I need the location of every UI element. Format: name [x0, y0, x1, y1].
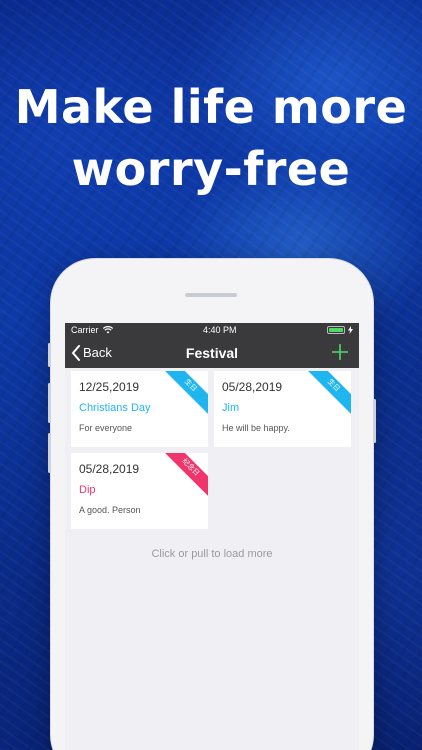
- phone-mute-switch: [48, 343, 51, 367]
- status-time: 4:40 PM: [202, 325, 237, 335]
- headline-line-1: Make life more: [14, 80, 408, 134]
- phone-speaker: [185, 293, 237, 297]
- back-label: Back: [83, 345, 112, 360]
- headline: Make life more worry-free: [0, 76, 422, 200]
- app-screen: Carrier 4:40 PM Back Festival 12/25,2019…: [65, 323, 359, 750]
- load-more-button[interactable]: Click or pull to load more: [65, 548, 359, 560]
- event-card-dip[interactable]: 05/28,2019 Dip A good. Person 纪念日: [71, 453, 208, 529]
- charging-icon: [347, 326, 353, 334]
- event-card-jim[interactable]: 05/28,2019 Jim He will be happy. 生日: [214, 371, 351, 447]
- event-title: Jim: [222, 402, 240, 414]
- phone-power-button: [373, 399, 376, 443]
- event-grid: 12/25,2019 Christians Day For everyone 生…: [65, 368, 359, 529]
- event-description: He will be happy.: [222, 423, 290, 433]
- phone-mockup: Carrier 4:40 PM Back Festival 12/25,2019…: [48, 259, 376, 750]
- add-icon[interactable]: [329, 341, 351, 363]
- nav-bar: Back Festival: [65, 337, 359, 368]
- battery-icon: [326, 326, 345, 334]
- event-description: For everyone: [79, 423, 133, 433]
- event-title: Christians Day: [79, 402, 151, 414]
- headline-line-2: worry-free: [71, 142, 351, 196]
- phone-volume-up: [48, 383, 51, 423]
- chevron-left-icon: [71, 344, 80, 361]
- event-card-christians-day[interactable]: 12/25,2019 Christians Day For everyone 生…: [71, 371, 208, 447]
- wifi-icon: [102, 326, 113, 334]
- carrier-label: Carrier: [71, 325, 99, 335]
- status-bar: Carrier 4:40 PM: [65, 323, 359, 337]
- event-description: A good. Person: [79, 505, 141, 515]
- phone-volume-down: [48, 433, 51, 473]
- back-button[interactable]: Back: [71, 337, 112, 368]
- event-title: Dip: [79, 484, 96, 496]
